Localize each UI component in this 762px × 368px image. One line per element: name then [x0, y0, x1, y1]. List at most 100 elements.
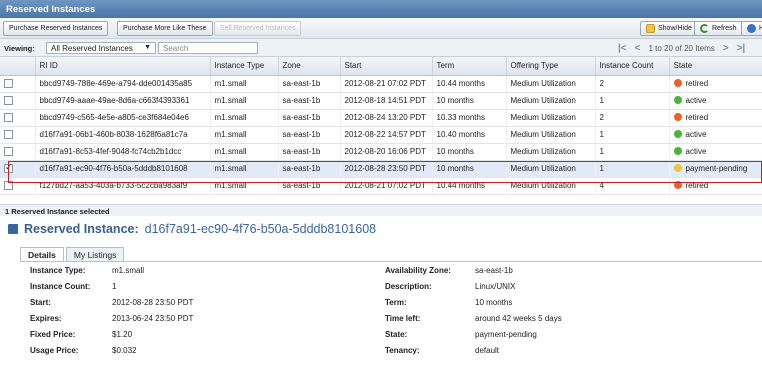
column-header-instance-type[interactable]: Instance Type	[210, 57, 279, 76]
refresh-button[interactable]: Refresh	[694, 21, 743, 36]
view-bar: Viewing: All Reserved Instances ▼ Search…	[0, 39, 762, 57]
state-dot-icon	[673, 164, 682, 172]
row-checkbox[interactable]	[4, 79, 13, 89]
cell-term: 10 months	[432, 160, 507, 178]
detail-heading: Reserved Instance:	[24, 222, 139, 236]
cell-term: 10.40 months	[432, 126, 507, 144]
table-row[interactable]: d16f7a91-ec90-4f76-b50a-5dddb8101608m1.s…	[0, 160, 762, 178]
cell-offering-type: Medium Utilization	[506, 160, 596, 178]
column-header-start[interactable]: Start	[340, 57, 433, 76]
row-checkbox[interactable]	[4, 147, 13, 157]
column-header-term[interactable]: Term	[432, 57, 507, 76]
cell-zone: sa-east-1b	[278, 126, 341, 144]
cell-state: active	[669, 92, 762, 110]
purchase-reserved-instances-button[interactable]: Purchase Reserved Instances	[3, 21, 109, 36]
view-filter-select[interactable]: All Reserved Instances ▼	[46, 42, 156, 54]
row-checkbox-cell[interactable]	[0, 143, 36, 161]
state-dot-icon	[673, 181, 682, 189]
sell-reserved-instances-button[interactable]: Sell Reserved Instances	[214, 21, 302, 36]
reserved-instance-icon	[8, 224, 18, 234]
row-checkbox[interactable]	[4, 96, 13, 106]
column-header-offering-type[interactable]: Offering Type	[506, 57, 596, 76]
detail-field-label: Description:	[385, 282, 432, 291]
column-header-instance-count[interactable]: Instance Count	[595, 57, 670, 76]
cell-zone: sa-east-1b	[278, 160, 341, 178]
row-checkbox[interactable]	[4, 181, 13, 191]
cell-instance-type: m1.small	[210, 75, 279, 93]
detail-field-label: Usage Price:	[30, 346, 79, 355]
cell-instance-type: m1.small	[210, 126, 279, 144]
cell-start: 2012-08-20 16:06 PDT	[340, 143, 433, 161]
detail-field-label: State:	[385, 330, 408, 339]
cell-ri-id: f127bd27-aa53-403a-b733-5c2cba983af9	[35, 177, 211, 195]
cell-instance-type: m1.small	[210, 109, 279, 127]
cell-offering-type: Medium Utilization	[506, 177, 596, 195]
cell-ri-id: d16f7a91-06b1-460b-8038-1628f6a81c7a	[35, 126, 211, 144]
row-checkbox-cell[interactable]	[0, 109, 36, 127]
detail-field-value: 2012-08-28 23:50 PDT	[112, 298, 194, 307]
cell-ri-id: d16f7a91-ec90-4f76-b50a-5dddb8101608	[35, 160, 211, 178]
refresh-label: Refresh	[712, 25, 737, 32]
state-label: active	[685, 147, 707, 156]
row-checkbox[interactable]	[4, 130, 13, 140]
table-row[interactable]: d16f7a91-8c53-4fef-9048-fc74cb2b1dcc m1.s…	[0, 143, 762, 161]
cell-start: 2012-08-18 14:51 PDT	[340, 92, 433, 110]
row-checkbox-cell[interactable]	[0, 75, 36, 93]
row-checkbox-cell[interactable]	[0, 160, 36, 178]
tab-details[interactable]: Details	[20, 247, 64, 261]
detail-field-value: Linux/UNIX	[475, 282, 516, 291]
state-label: active	[685, 96, 707, 105]
state-dot-icon	[673, 96, 682, 104]
table-row[interactable]: bbcd9749-788e-469e-a794-dde001435a85 m1.s…	[0, 75, 762, 93]
cell-zone: sa-east-1b	[278, 109, 341, 127]
first-page-icon[interactable]: |<	[618, 43, 627, 54]
cell-offering-type: Medium Utilization	[506, 109, 596, 127]
cell-instance-type: m1.small	[210, 160, 279, 178]
column-header-ri-id[interactable]: RI ID	[35, 57, 211, 76]
cell-ri-id: d16f7a91-8c53-4fef-9048-fc74cb2b1dcc	[35, 143, 211, 161]
cell-offering-type: Medium Utilization	[506, 75, 596, 93]
detail-field-value: 10 months	[475, 298, 513, 307]
pagination: |< < 1 to 20 of 20 Items > >|	[618, 42, 745, 54]
detail-tabs: Details My Listings	[20, 247, 125, 261]
columns-icon	[646, 24, 655, 33]
refresh-icon	[700, 24, 709, 33]
state-dot-icon	[673, 147, 682, 155]
cell-ri-id: bbcd9749-aaae-49ae-8d6a-c663f4393361	[35, 92, 211, 110]
row-checkbox[interactable]	[4, 162, 13, 174]
cell-start: 2012-08-21 07:02 PDT	[340, 177, 433, 195]
table-row[interactable]: bbcd9749-aaae-49ae-8d6a-c663f4393361 m1.s…	[0, 92, 762, 110]
search-input[interactable]: Search	[158, 42, 258, 54]
detail-field-value: $0.032	[112, 346, 137, 355]
state-label: active	[685, 130, 707, 139]
last-page-icon[interactable]: >|	[737, 43, 746, 54]
state-label: retired	[685, 113, 709, 122]
cell-state: payment-pending	[669, 160, 762, 178]
detail-field-label: Instance Type:	[30, 266, 86, 275]
row-checkbox[interactable]	[4, 113, 13, 123]
cell-instance-count: 4	[595, 177, 670, 195]
detail-field-value: default	[475, 346, 500, 355]
column-header-zone[interactable]: Zone	[278, 57, 341, 76]
help-button[interactable]: He	[741, 21, 762, 36]
row-checkbox-cell[interactable]	[0, 177, 36, 195]
cell-zone: sa-east-1b	[278, 143, 341, 161]
next-page-icon[interactable]: >	[723, 43, 729, 54]
cell-zone: sa-east-1b	[278, 75, 341, 93]
table-row[interactable]: d16f7a91-06b1-460b-8038-1628f6a81c7a m1.s…	[0, 126, 762, 144]
tab-my-listings[interactable]: My Listings	[65, 247, 125, 261]
state-label: payment-pending	[685, 164, 748, 173]
row-checkbox-cell[interactable]	[0, 92, 36, 110]
previous-page-icon[interactable]: <	[635, 43, 641, 54]
show-hide-button[interactable]: Show/Hide	[640, 21, 698, 36]
table-row[interactable]: f127bd27-aa53-403a-b733-5c2cba983af9 m1.s…	[0, 177, 762, 195]
row-checkbox-cell[interactable]	[0, 126, 36, 144]
table-row[interactable]: bbcd9749-c565-4e5e-a805-ce3f684e04e6 m1.s…	[0, 109, 762, 127]
cell-offering-type: Medium Utilization	[506, 126, 596, 144]
purchase-more-like-these-button[interactable]: Purchase More Like These	[117, 21, 213, 36]
cell-term: 10.44 months	[432, 75, 507, 93]
detail-field-label: Fixed Price:	[30, 330, 76, 339]
detail-field-value: 2013-06-24 23:50 PDT	[112, 314, 194, 323]
column-header-state[interactable]: State	[669, 57, 762, 76]
cell-zone: sa-east-1b	[278, 92, 341, 110]
